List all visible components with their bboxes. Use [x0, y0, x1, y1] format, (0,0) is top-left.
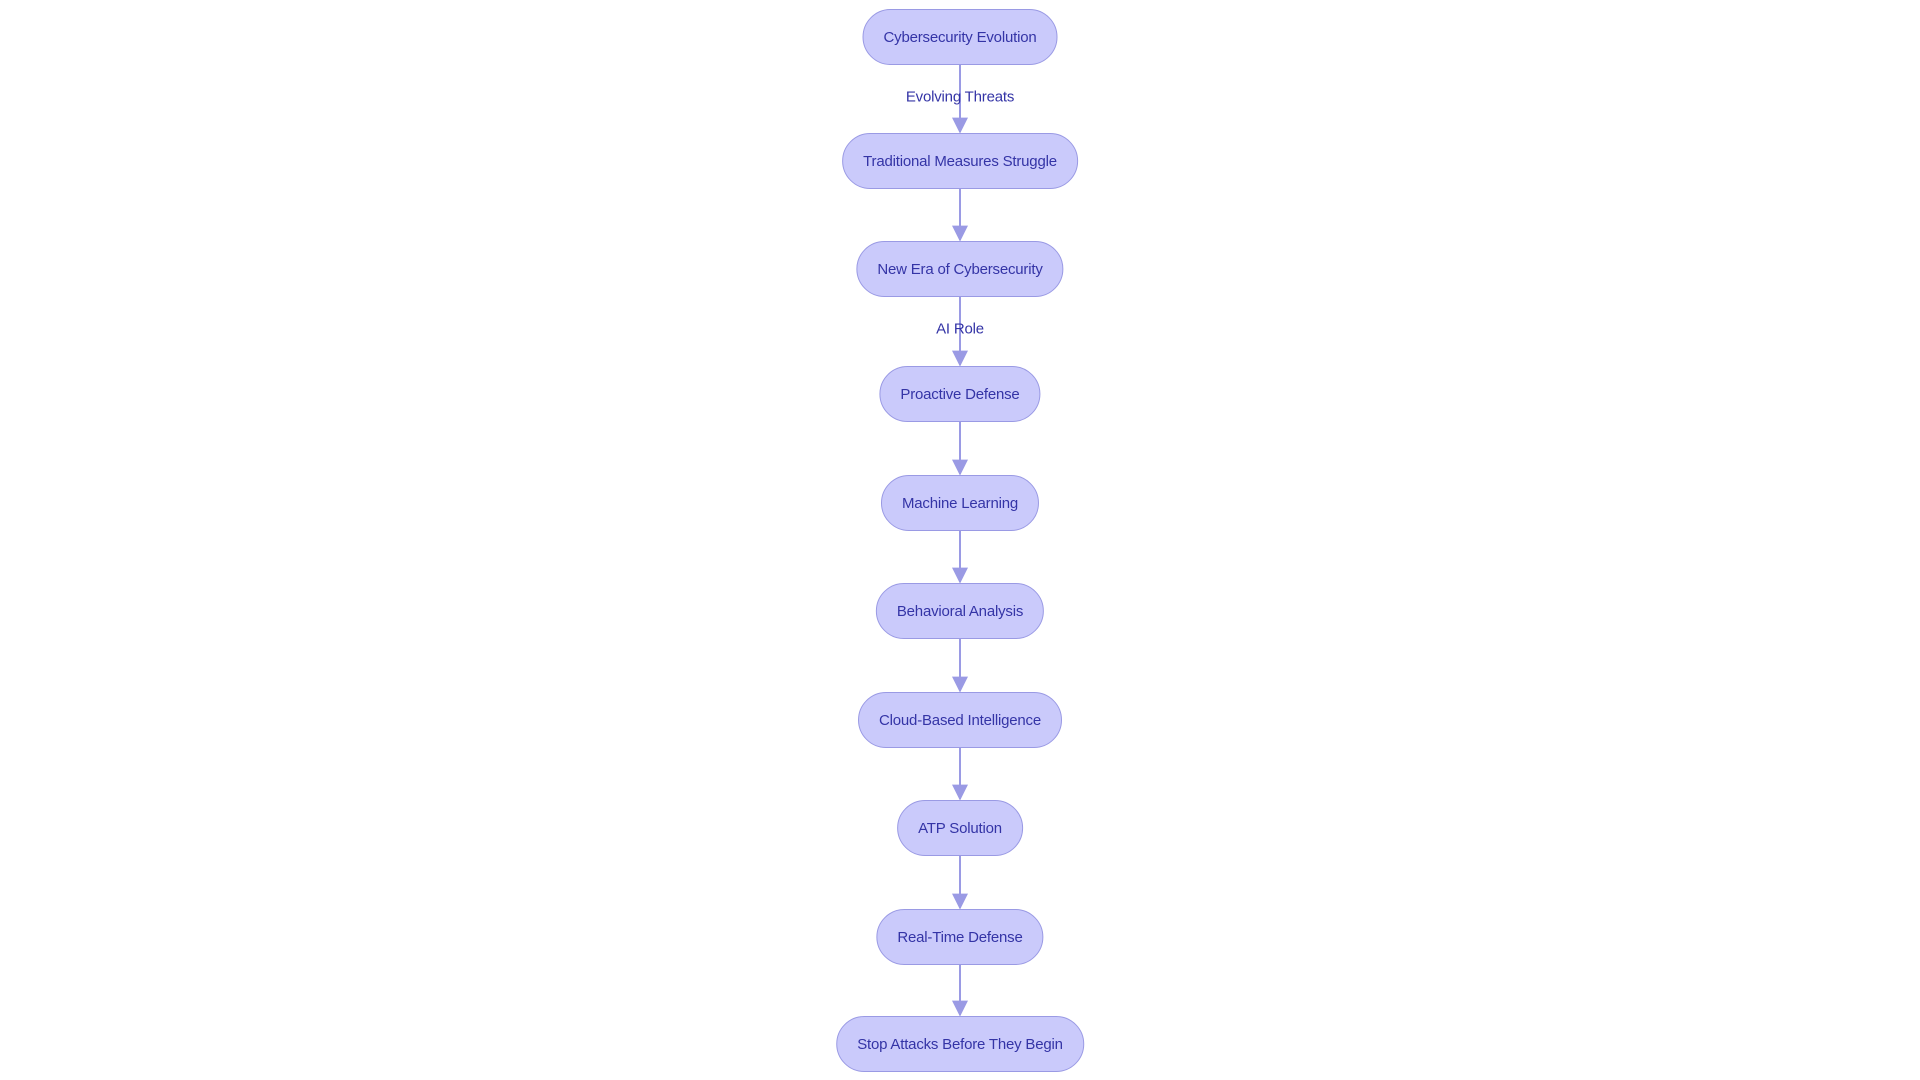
node-real-time-defense[interactable]: Real-Time Defense: [876, 909, 1044, 965]
node-cloud-based-intelligence[interactable]: Cloud-Based Intelligence: [858, 692, 1062, 748]
edge-label-evolving-threats: Evolving Threats: [905, 88, 1015, 105]
node-traditional-measures-struggle[interactable]: Traditional Measures Struggle: [842, 133, 1078, 189]
node-proactive-defense[interactable]: Proactive Defense: [879, 366, 1041, 422]
node-atp-solution[interactable]: ATP Solution: [897, 800, 1023, 856]
node-behavioral-analysis[interactable]: Behavioral Analysis: [875, 583, 1045, 639]
edge-label-ai-role: AI Role: [936, 320, 984, 338]
node-cybersecurity-evolution[interactable]: Cybersecurity Evolution: [862, 9, 1058, 65]
node-stop-attacks-before-they-begin[interactable]: Stop Attacks Before They Begin: [836, 1016, 1084, 1072]
node-machine-learning[interactable]: Machine Learning: [880, 475, 1040, 531]
flowchart: Cybersecurity Evolution Traditional Meas…: [0, 0, 1920, 1080]
node-new-era-of-cybersecurity[interactable]: New Era of Cybersecurity: [856, 241, 1064, 297]
